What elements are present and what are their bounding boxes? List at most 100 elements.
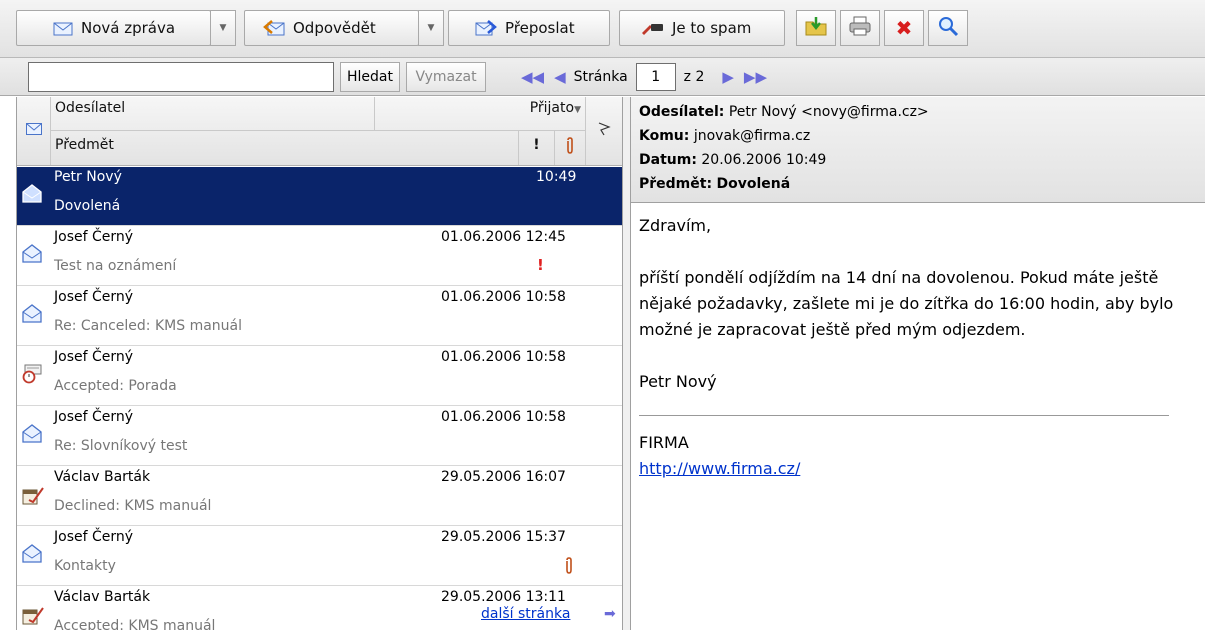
prev-page-icon[interactable]: ◀ xyxy=(554,68,566,86)
message-date: 29.05.2006 15:37 xyxy=(441,529,566,545)
message-sender: Václav Barták xyxy=(54,469,151,485)
print-button[interactable] xyxy=(840,10,880,46)
new-message-dropdown[interactable]: ▼ xyxy=(210,10,236,46)
last-page-icon[interactable]: ▶▶ xyxy=(744,68,767,86)
message-subject: Dovolená xyxy=(54,198,121,214)
message-subject: Accepted: Porada xyxy=(54,378,177,394)
message-sender: Josef Černý xyxy=(54,529,134,545)
delete-button[interactable]: ✖ xyxy=(884,10,924,46)
meeting-accepted-icon xyxy=(21,364,45,388)
message-sender: Josef Černý xyxy=(54,349,134,365)
preview-body: Zdravím, příští pondělí odjíždím na 14 d… xyxy=(631,203,1205,630)
message-date: 29.05.2006 13:11 xyxy=(441,589,566,605)
message-subject: Declined: KMS manuál xyxy=(54,498,212,514)
header-attachment[interactable] xyxy=(555,131,586,165)
move-to-folder-button[interactable] xyxy=(796,10,836,46)
meeting-response-icon xyxy=(21,484,45,510)
body-greeting: Zdravím, xyxy=(639,216,712,235)
message-sender: Petr Nový xyxy=(54,169,122,185)
header-importance[interactable]: ! xyxy=(519,131,555,165)
search-input[interactable] xyxy=(28,62,334,92)
envelope-open-icon xyxy=(21,244,43,268)
envelope-open-icon xyxy=(21,184,43,208)
signature-name: Petr Nový xyxy=(639,372,717,391)
preview-subject: Předmět: Dovolená xyxy=(639,176,791,192)
message-subject: Accepted: KMS manuál xyxy=(54,618,216,630)
envelope-open-icon xyxy=(21,304,43,328)
first-page-icon[interactable]: ◀◀ xyxy=(521,68,544,86)
page-label: Stránka xyxy=(573,69,628,85)
envelope-open-icon xyxy=(21,544,43,568)
paperclip-icon xyxy=(565,137,575,159)
clear-button[interactable]: Vymazat xyxy=(406,62,486,92)
preview-to: Komu: jnovak@firma.cz xyxy=(639,128,811,144)
page-number-input[interactable] xyxy=(635,63,676,91)
preview-header: Odesílatel: Petr Nový <novy@firma.cz> Ko… xyxy=(631,97,1205,203)
header-received[interactable]: Přijato▼ xyxy=(375,97,586,131)
preview-from: Odesílatel: Petr Nový <novy@firma.cz> xyxy=(639,104,929,120)
envelope-icon xyxy=(25,123,42,139)
message-subject: Re: Canceled: KMS manuál xyxy=(54,318,243,334)
envelope-open-icon xyxy=(21,424,43,448)
message-subject: Re: Slovníkový test xyxy=(54,438,188,454)
main-toolbar: Nová zpráva ▼ Odpovědět ▼ Přeposlat Je t… xyxy=(0,0,1205,58)
message-list: Odesílatel Přijato▼ Předmět ! Petr Nový … xyxy=(16,97,622,630)
header-flag[interactable] xyxy=(586,97,622,165)
message-sender: Josef Černý xyxy=(54,409,134,425)
message-row[interactable]: Petr Nový Dovolená 10:49 xyxy=(17,167,622,226)
reply-dropdown[interactable]: ▼ xyxy=(418,10,444,46)
message-sender: Josef Černý xyxy=(54,229,134,245)
forward-icon xyxy=(475,19,497,37)
importance-marker: ! xyxy=(537,256,544,274)
find-button[interactable] xyxy=(928,10,968,46)
message-date: 01.06.2006 12:45 xyxy=(441,229,566,245)
header-sender[interactable]: Odesílatel xyxy=(51,97,375,131)
preview-date: Datum: 20.06.2006 10:49 xyxy=(639,152,827,168)
message-row[interactable]: Josef Černý Kontakty 29.05.2006 15:37 xyxy=(17,527,622,586)
reply-button[interactable]: Odpovědět xyxy=(244,10,419,46)
message-row[interactable]: Josef Černý Accepted: Porada 01.06.2006 … xyxy=(17,347,622,406)
message-row[interactable]: Josef Černý Re: Slovníkový test 01.06.20… xyxy=(17,407,622,466)
page-count: z 2 xyxy=(683,69,705,85)
magnifier-icon xyxy=(937,15,959,41)
printer-icon xyxy=(848,15,872,41)
reply-icon xyxy=(263,19,285,37)
delete-x-icon: ✖ xyxy=(895,16,913,40)
message-subject: Kontakty xyxy=(54,558,116,574)
message-subject: Test na oznámení xyxy=(54,258,177,274)
meeting-response-icon xyxy=(21,604,45,630)
next-page-icon[interactable]: ▶ xyxy=(722,68,734,86)
message-date: 01.06.2006 10:58 xyxy=(441,349,566,365)
pager: ◀◀ ◀ Stránka z 2 ▶ ▶▶ xyxy=(521,62,767,92)
message-date: 01.06.2006 10:58 xyxy=(441,289,566,305)
flag-icon xyxy=(597,122,611,140)
folder-move-icon xyxy=(804,15,828,41)
search-button[interactable]: Hledat xyxy=(340,62,400,92)
chevron-down-icon: ▼ xyxy=(427,23,435,33)
body-text: příští pondělí odjíždím na 14 dní na dov… xyxy=(639,268,1174,339)
message-row[interactable]: Josef Černý Test na oznámení 01.06.2006 … xyxy=(17,227,622,286)
message-sender: Josef Černý xyxy=(54,289,134,305)
message-row[interactable]: Václav Barták Declined: KMS manuál 29.05… xyxy=(17,467,622,526)
envelope-icon xyxy=(53,20,73,36)
new-message-button[interactable]: Nová zpráva xyxy=(16,10,211,46)
pane-splitter[interactable] xyxy=(622,97,631,630)
message-date: 29.05.2006 16:07 xyxy=(441,469,566,485)
forward-button[interactable]: Přeposlat xyxy=(448,10,610,46)
message-row[interactable]: Josef Černý Re: Canceled: KMS manuál 01.… xyxy=(17,287,622,346)
chevron-down-icon: ▼ xyxy=(219,23,227,33)
header-subject[interactable]: Předmět xyxy=(51,131,519,165)
search-toolbar: Hledat Vymazat ◀◀ ◀ Stránka z 2 ▶ ▶▶ xyxy=(0,58,1205,96)
next-page-link[interactable]: další stránka xyxy=(481,606,570,622)
signature-divider xyxy=(639,415,1169,416)
header-type-column[interactable] xyxy=(17,97,51,165)
signature-link[interactable]: http://www.firma.cz/ xyxy=(639,459,800,478)
signature-company: FIRMA xyxy=(639,433,689,452)
message-sender: Václav Barták xyxy=(54,589,151,605)
paperclip-icon xyxy=(564,557,574,579)
spam-button[interactable]: Je to spam xyxy=(619,10,785,46)
message-date: 10:49 xyxy=(536,169,577,185)
spam-icon xyxy=(640,19,664,37)
message-date: 01.06.2006 10:58 xyxy=(441,409,566,425)
list-header: Odesílatel Přijato▼ Předmět ! xyxy=(17,97,622,166)
